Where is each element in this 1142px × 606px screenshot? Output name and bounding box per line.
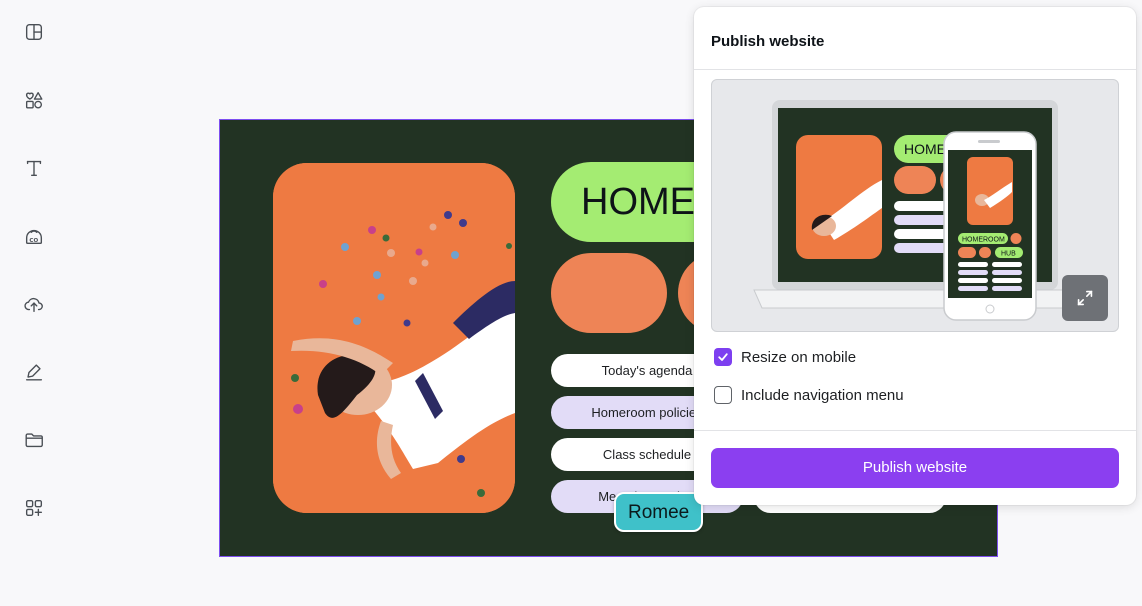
student-photo[interactable]: [273, 163, 515, 513]
student-illustration: [273, 163, 515, 513]
uploads-icon[interactable]: [20, 290, 48, 318]
svg-text:CO: CO: [29, 238, 38, 244]
left-toolbar: CO: [0, 0, 70, 606]
preview-mobile-hub: HUB: [1001, 251, 1016, 258]
resize-on-mobile-label: Resize on mobile: [741, 348, 857, 366]
expand-preview-button[interactable]: [1062, 275, 1108, 321]
include-navigation-menu-option[interactable]: Include navigation menu: [714, 386, 904, 404]
checkmark-icon: [718, 353, 728, 361]
draw-icon[interactable]: [20, 358, 48, 386]
collaborator-name-tag: Romee: [614, 492, 704, 532]
website-preview: HOME HOMEROOM HUB: [711, 79, 1119, 332]
brand-icon[interactable]: CO: [20, 222, 48, 250]
divider: [694, 69, 1136, 70]
preview-desktop-heading: HOME: [904, 141, 946, 157]
preview-mobile-heading: HOMEROOM: [962, 237, 1005, 244]
orange-circle-shape[interactable]: [551, 253, 667, 333]
layout-icon[interactable]: [20, 18, 48, 46]
projects-icon[interactable]: [20, 426, 48, 454]
resize-on-mobile-option[interactable]: Resize on mobile: [714, 348, 856, 366]
elements-icon[interactable]: [20, 86, 48, 114]
apps-icon[interactable]: [20, 494, 48, 522]
divider: [694, 430, 1136, 431]
publish-website-panel: Publish website HOME HOMEROOM HUB Resize…: [694, 7, 1136, 505]
panel-title: Publish website: [711, 33, 825, 50]
expand-icon: [1077, 290, 1093, 306]
text-icon[interactable]: [20, 154, 48, 182]
publish-website-button[interactable]: Publish website: [711, 448, 1119, 488]
include-navigation-menu-checkbox[interactable]: [714, 386, 732, 404]
resize-on-mobile-checkbox[interactable]: [714, 348, 732, 366]
device-mockup: HOME HOMEROOM HUB: [753, 100, 1077, 321]
include-navigation-menu-label: Include navigation menu: [741, 386, 904, 404]
